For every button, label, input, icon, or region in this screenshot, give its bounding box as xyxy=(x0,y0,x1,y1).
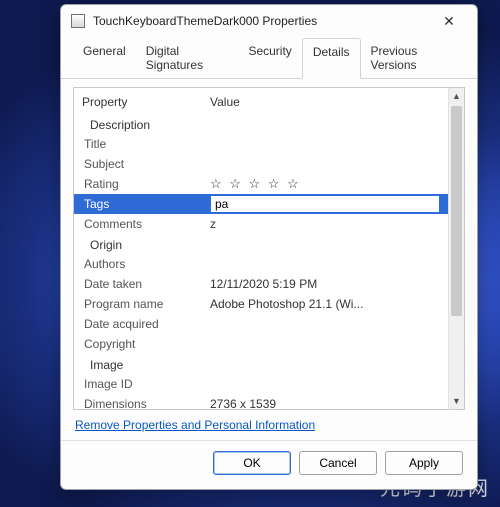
tags-input[interactable] xyxy=(210,195,440,213)
tab-general[interactable]: General xyxy=(73,38,136,79)
tab-security[interactable]: Security xyxy=(238,38,301,79)
row-date-taken[interactable]: Date taken 12/11/2020 5:19 PM xyxy=(74,274,448,294)
list-header: Property Value xyxy=(74,92,448,114)
label-title: Title xyxy=(84,137,210,151)
remove-properties-row: Remove Properties and Personal Informati… xyxy=(73,410,465,436)
row-date-acquired[interactable]: Date acquired xyxy=(74,314,448,334)
group-image: Image xyxy=(74,354,448,374)
group-origin: Origin xyxy=(74,234,448,254)
row-comments[interactable]: Comments z xyxy=(74,214,448,234)
row-title[interactable]: Title xyxy=(74,134,448,154)
row-rating[interactable]: Rating ☆ ☆ ☆ ☆ ☆ xyxy=(74,174,448,194)
titlebar[interactable]: TouchKeyboardThemeDark000 Properties ✕ xyxy=(61,5,477,37)
window-icon xyxy=(71,14,85,28)
label-authors: Authors xyxy=(84,257,210,271)
tab-previous-versions[interactable]: Previous Versions xyxy=(361,38,466,79)
label-subject: Subject xyxy=(84,157,210,171)
label-date-taken: Date taken xyxy=(84,277,210,291)
row-tags[interactable]: Tags xyxy=(74,194,448,214)
property-list-inner: Property Value Description Title Subject… xyxy=(74,88,448,409)
rating-stars[interactable]: ☆ ☆ ☆ ☆ ☆ xyxy=(210,176,440,192)
label-rating: Rating xyxy=(84,177,210,191)
details-body: Property Value Description Title Subject… xyxy=(61,79,477,436)
label-date-acquired: Date acquired xyxy=(84,317,210,331)
label-program-name: Program name xyxy=(84,297,210,311)
row-image-id[interactable]: Image ID xyxy=(74,374,448,394)
row-authors[interactable]: Authors xyxy=(74,254,448,274)
value-dimensions: 2736 x 1539 xyxy=(210,397,440,409)
group-description: Description xyxy=(74,114,448,134)
dialog-buttons: OK Cancel Apply xyxy=(61,440,477,489)
vertical-scrollbar[interactable]: ▲ ▼ xyxy=(448,88,464,409)
value-date-taken: 12/11/2020 5:19 PM xyxy=(210,277,440,291)
cancel-button[interactable]: Cancel xyxy=(299,451,377,475)
scroll-up-button[interactable]: ▲ xyxy=(449,88,464,104)
label-image-id: Image ID xyxy=(84,377,210,391)
remove-properties-link[interactable]: Remove Properties and Personal Informati… xyxy=(75,418,315,432)
row-program-name[interactable]: Program name Adobe Photoshop 21.1 (Wi... xyxy=(74,294,448,314)
row-copyright[interactable]: Copyright xyxy=(74,334,448,354)
tab-digital-signatures[interactable]: Digital Signatures xyxy=(136,38,239,79)
value-program-name: Adobe Photoshop 21.1 (Wi... xyxy=(210,297,440,311)
scroll-down-button[interactable]: ▼ xyxy=(449,393,464,409)
value-comments: z xyxy=(210,217,440,231)
tab-strip: General Digital Signatures Security Deta… xyxy=(61,37,477,79)
header-value[interactable]: Value xyxy=(210,95,440,109)
scroll-thumb[interactable] xyxy=(451,106,462,316)
tab-details[interactable]: Details xyxy=(302,38,361,79)
window-title: TouchKeyboardThemeDark000 Properties xyxy=(93,14,431,28)
ok-button[interactable]: OK xyxy=(213,451,291,475)
label-dimensions: Dimensions xyxy=(84,397,210,409)
property-list: Property Value Description Title Subject… xyxy=(73,87,465,410)
header-property[interactable]: Property xyxy=(82,95,210,109)
properties-dialog: TouchKeyboardThemeDark000 Properties ✕ G… xyxy=(60,4,478,490)
label-comments: Comments xyxy=(84,217,210,231)
label-tags: Tags xyxy=(84,197,210,211)
apply-button[interactable]: Apply xyxy=(385,451,463,475)
row-dimensions[interactable]: Dimensions 2736 x 1539 xyxy=(74,394,448,409)
close-button[interactable]: ✕ xyxy=(431,13,467,30)
label-copyright: Copyright xyxy=(84,337,210,351)
row-subject[interactable]: Subject xyxy=(74,154,448,174)
